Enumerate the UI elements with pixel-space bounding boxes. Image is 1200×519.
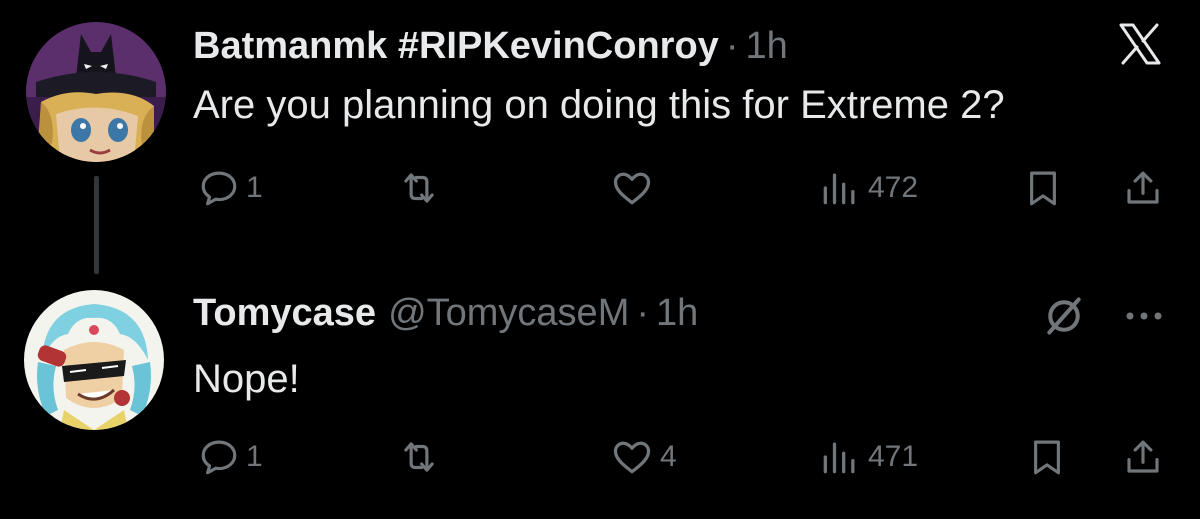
tweet[interactable]: Tomycase @TomycaseM · 1h Nope! 1 4 471 [0,262,1200,519]
retweet-icon [404,173,434,203]
tweet[interactable]: Batmanmk #RIPKevinConroy · 1h Are you pl… [0,0,1200,274]
tweet-header: Batmanmk #RIPKevinConroy · 1h [193,21,788,71]
share-icon [1127,171,1159,204]
avatar[interactable] [24,290,164,430]
bookmark-button[interactable] [1022,163,1064,213]
views-icon [823,442,855,474]
bookmark-button[interactable] [1026,432,1068,482]
reply-count: 1 [246,171,263,204]
separator-dot: · [636,291,650,334]
retweet-button[interactable] [398,163,446,213]
x-logo-icon[interactable] [1110,14,1170,74]
action-bar: 1 4 471 [0,432,1200,482]
heart-icon [613,172,651,205]
view-count: 471 [868,440,919,473]
share-button[interactable] [1122,432,1164,482]
separator-dot: · [725,24,739,67]
like-button[interactable] [610,163,660,213]
view-count: 472 [868,171,919,204]
tweet-header: Tomycase @TomycaseM · 1h [193,288,698,338]
views-icon [823,173,855,205]
tweet-text: Nope! [193,357,300,401]
timestamp[interactable]: 1h [745,25,787,68]
timestamp[interactable]: 1h [656,292,698,335]
avatar[interactable] [26,22,166,162]
reply-icon [201,440,237,475]
display-name[interactable]: Batmanmk #RIPKevinConroy [193,25,719,68]
reply-button[interactable]: 1 [198,432,263,482]
views-button[interactable]: 471 [818,432,918,482]
batman-anime-avatar-icon [26,22,166,162]
reply-button[interactable]: 1 [198,163,263,213]
views-button[interactable]: 472 [818,163,918,213]
share-button[interactable] [1122,163,1164,213]
share-icon [1127,440,1159,473]
more-icon[interactable] [1118,296,1170,336]
reply-icon [201,171,237,206]
action-bar: 1 472 [0,163,1200,213]
reply-count: 1 [246,440,263,473]
cartoon-character-avatar-icon [24,290,164,430]
retweet-button[interactable] [398,432,446,482]
bookmark-icon [1034,440,1060,475]
grok-icon[interactable] [1040,292,1088,340]
retweet-icon [404,442,434,472]
heart-icon [613,441,651,474]
display-name[interactable]: Tomycase [193,292,376,335]
handle[interactable]: @TomycaseM [388,292,629,335]
like-button[interactable]: 4 [610,432,677,482]
bookmark-icon [1030,171,1056,206]
like-count: 4 [660,440,677,473]
tweet-text: Are you planning on doing this for Extre… [193,83,1005,127]
